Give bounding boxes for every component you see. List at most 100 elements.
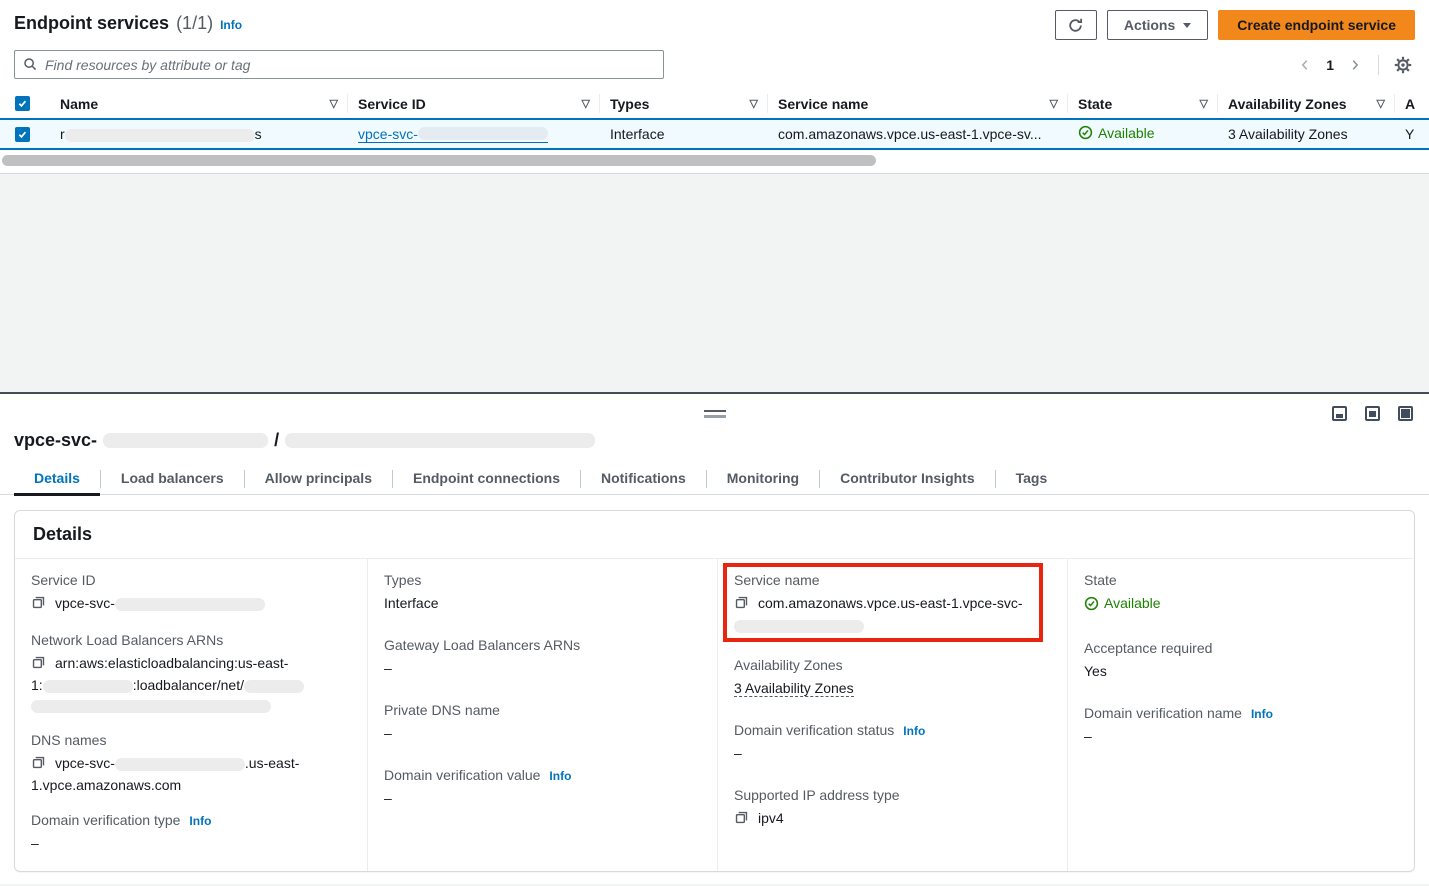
details-column-2: Types Interface Gateway Load Balancers A… — [367, 559, 717, 871]
copy-icon[interactable] — [31, 655, 46, 675]
filter-icon[interactable]: ▽ — [1050, 97, 1058, 110]
column-header-availability-zones[interactable]: Availability Zones▽ — [1218, 89, 1395, 118]
field-availability-zones: Availability Zones 3 Availability Zones — [734, 657, 1051, 698]
cell-service-name: com.amazonaws.vpce.us-east-1.vpce-sv... — [768, 126, 1068, 142]
actions-label: Actions — [1124, 17, 1175, 33]
row-checkbox-cell — [0, 127, 50, 142]
field-network-load-balancers-arns: Network Load Balancers ARNs arn:aws:elas… — [31, 632, 351, 715]
content-background — [0, 174, 1429, 392]
field-domain-verification-status: Domain verification statusInfo – — [734, 722, 1051, 763]
cell-name: rs — [50, 126, 348, 142]
details-card-heading: Details — [15, 511, 1414, 559]
info-link[interactable]: Info — [549, 769, 571, 783]
panel-drag-handle[interactable] — [704, 410, 726, 418]
header-checkbox-cell — [0, 96, 50, 111]
details-column-4: State Available Acceptance required Yes … — [1067, 559, 1414, 871]
cell-state: Available — [1068, 125, 1218, 144]
info-link[interactable]: Info — [903, 724, 925, 738]
title-group: Endpoint services (1/1) Info — [14, 10, 242, 34]
redacted-text — [418, 127, 548, 140]
column-header-state[interactable]: State▽ — [1068, 89, 1218, 118]
filter-icon[interactable]: ▽ — [1200, 97, 1208, 110]
create-endpoint-service-button[interactable]: Create endpoint service — [1218, 10, 1415, 40]
availability-zones-popover[interactable]: 3 Availability Zones — [1228, 126, 1348, 142]
select-all-checkbox[interactable] — [15, 96, 30, 111]
column-header-service-id[interactable]: Service ID▽ — [348, 89, 600, 118]
table-header-row: Name▽ Service ID▽ Types▽ Service name▽ S… — [0, 89, 1429, 118]
field-dns-names: DNS names vpce-svc-.us-east- 1.vpce.amaz… — [31, 732, 351, 795]
info-link[interactable]: Info — [189, 814, 211, 828]
status-available-icon — [1084, 596, 1099, 611]
filter-icon[interactable]: ▽ — [330, 97, 338, 110]
field-private-dns-name: Private DNS name – — [384, 702, 701, 743]
filter-icon[interactable]: ▽ — [582, 97, 590, 110]
cell-acceptance: Y — [1395, 126, 1429, 142]
next-page-icon[interactable] — [1344, 54, 1366, 76]
tab-contributor-insights[interactable]: Contributor Insights — [820, 463, 995, 495]
cell-service-id: vpce-svc- — [348, 126, 600, 143]
horizontal-scrollbar-thumb[interactable] — [2, 155, 876, 166]
actions-button[interactable]: Actions — [1107, 10, 1208, 40]
divider — [1378, 55, 1379, 75]
field-service-id: Service ID vpce-svc- — [31, 572, 351, 615]
details-card: Details Service ID vpce-svc- Network Loa… — [14, 510, 1415, 872]
previous-page-icon[interactable] — [1294, 54, 1316, 76]
tab-monitoring[interactable]: Monitoring — [707, 463, 819, 495]
refresh-icon — [1067, 17, 1084, 34]
column-header-types[interactable]: Types▽ — [600, 89, 768, 118]
copy-icon[interactable] — [31, 595, 46, 615]
redacted-text — [285, 433, 595, 448]
row-checkbox[interactable] — [15, 127, 30, 142]
availability-zones-popover[interactable]: 3 Availability Zones — [734, 680, 854, 697]
redacted-text — [244, 680, 304, 693]
info-link[interactable]: Info — [1251, 707, 1273, 721]
redacted-text — [43, 680, 133, 693]
field-domain-verification-value: Domain verification valueInfo – — [384, 767, 701, 808]
table-row[interactable]: rs vpce-svc- Interface com.amazonaws.vpc… — [0, 118, 1429, 150]
field-domain-verification-type: Domain verification typeInfo – — [31, 812, 351, 853]
field-service-name: Service name com.amazonaws.vpce.us-east-… — [734, 572, 1051, 635]
cell-availability-zones: 3 Availability Zones — [1218, 126, 1395, 142]
resource-count: (1/1) — [176, 13, 213, 34]
redacted-text — [31, 700, 271, 713]
tab-allow-principals[interactable]: Allow principals — [245, 463, 392, 495]
column-header-service-name[interactable]: Service name▽ — [768, 89, 1068, 118]
field-gateway-load-balancers-arns: Gateway Load Balancers ARNs – — [384, 637, 701, 678]
tab-notifications[interactable]: Notifications — [581, 463, 706, 495]
column-header-acceptance[interactable]: A — [1395, 89, 1429, 118]
filter-icon[interactable]: ▽ — [1377, 97, 1385, 110]
panel-position-bottom-icon[interactable] — [1332, 406, 1347, 421]
service-id-link[interactable]: vpce-svc- — [358, 126, 548, 143]
field-domain-verification-name: Domain verification nameInfo – — [1084, 705, 1398, 746]
page-title: Endpoint services — [14, 13, 169, 34]
title-info-link[interactable]: Info — [220, 18, 242, 32]
search-icon — [23, 57, 38, 72]
search-box[interactable] — [14, 50, 664, 79]
search-input[interactable] — [45, 57, 655, 73]
copy-icon[interactable] — [734, 810, 749, 830]
settings-gear-icon[interactable] — [1391, 53, 1415, 77]
refresh-button[interactable] — [1055, 10, 1097, 40]
tab-load-balancers[interactable]: Load balancers — [101, 463, 244, 495]
field-acceptance-required: Acceptance required Yes — [1084, 640, 1398, 681]
panel-tabs: Details Load balancers Allow principals … — [0, 463, 1429, 495]
redacted-text — [65, 129, 255, 142]
copy-icon[interactable] — [31, 755, 46, 775]
tab-endpoint-connections[interactable]: Endpoint connections — [393, 463, 580, 495]
filter-icon[interactable]: ▽ — [750, 97, 758, 110]
panel-position-split-icon[interactable] — [1365, 406, 1380, 421]
page-number[interactable]: 1 — [1322, 57, 1338, 73]
details-columns: Service ID vpce-svc- Network Load Balanc… — [15, 559, 1414, 871]
endpoint-services-panel: Endpoint services (1/1) Info Actions Cre… — [0, 0, 1429, 174]
field-supported-ip-address-type: Supported IP address type ipv4 — [734, 787, 1051, 830]
column-header-name[interactable]: Name▽ — [50, 89, 348, 118]
chevron-down-icon — [1183, 23, 1191, 28]
header-row: Endpoint services (1/1) Info Actions Cre… — [0, 0, 1429, 46]
toolbar: 1 — [0, 46, 1429, 79]
tab-tags[interactable]: Tags — [996, 463, 1068, 495]
redacted-text — [734, 620, 864, 633]
panel-position-side-icon[interactable] — [1398, 406, 1413, 421]
tab-details[interactable]: Details — [14, 463, 100, 495]
horizontal-scrollbar — [0, 155, 1429, 166]
copy-icon[interactable] — [734, 595, 749, 615]
